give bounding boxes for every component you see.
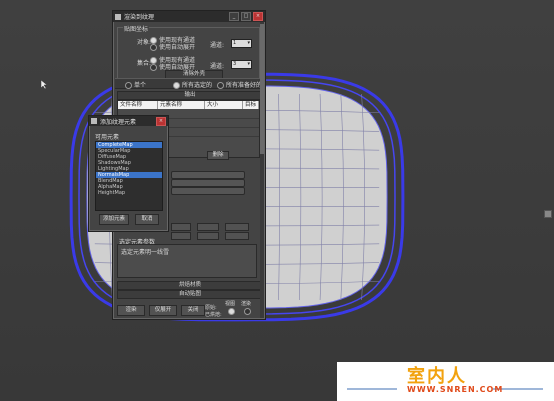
elements-listbox[interactable]: CompleteMap SpecularMap DiffuseMap Shado… (95, 141, 163, 211)
col-target[interactable]: 目标 (243, 101, 259, 109)
object-label: 对象: (137, 39, 152, 46)
app-icon (91, 118, 97, 124)
viewport-side-handle[interactable] (544, 210, 552, 218)
close-button[interactable]: × (253, 12, 263, 21)
mode-all-prepared-label: 所有准备好的 (226, 82, 263, 89)
available-elements-label: 可用元素 (95, 134, 120, 141)
col-filename[interactable]: 文件名称 (118, 101, 158, 109)
mode-single-label: 单个 (134, 82, 147, 89)
name-field[interactable] (171, 171, 245, 179)
watermark-ornament-left (347, 388, 397, 390)
size-button-3[interactable] (225, 223, 249, 231)
object-channel-select[interactable]: 1 (231, 39, 252, 48)
popup-close-button[interactable]: × (156, 116, 166, 126)
render-button[interactable]: 渲染 (117, 305, 145, 316)
bake-material-rollout[interactable]: 烘焙材质 (117, 281, 263, 290)
mapping-group-label: 贴图坐标 (123, 24, 150, 33)
radio-sub-auto[interactable] (150, 64, 157, 71)
element-notes: 选定元素明一线雪 (121, 249, 170, 256)
mode-all-selected[interactable]: 所有选定的 (173, 80, 212, 89)
cancel-button[interactable]: 取消 (135, 214, 159, 225)
radio-single[interactable] (125, 82, 132, 89)
views-label: 视图 (225, 301, 236, 307)
object-opt-auto-label: 使用自动展开 (159, 44, 196, 51)
col-size[interactable]: 大小 (205, 101, 243, 109)
unwrap-only-button[interactable]: 仅展开 (149, 305, 177, 316)
watermark-url: WWW.SNREN.COM (407, 385, 504, 394)
pillow-mesh (69, 72, 405, 322)
list-item[interactable]: HeightMap (96, 190, 162, 196)
filename-field[interactable] (171, 179, 245, 187)
original-label: 原始: (205, 305, 217, 311)
size-button-6[interactable] (225, 232, 249, 240)
auto-map-rollout[interactable]: 自动贴图 (117, 290, 263, 299)
mode-row: 单个 所有选定的 所有准备好的 (115, 78, 262, 89)
mode-single[interactable]: 单个 (125, 80, 146, 89)
add-element-button[interactable]: 添加元素 (99, 214, 129, 225)
target-field[interactable] (171, 187, 245, 195)
size-button-1[interactable] (171, 223, 191, 231)
app-icon (115, 13, 121, 20)
popup-title: 添加纹理元素 (100, 118, 137, 126)
radio-all-prepared[interactable] (217, 82, 224, 89)
subobj-label: 集合: (137, 60, 152, 67)
views-radio[interactable] (228, 308, 235, 315)
close-dialog-button[interactable]: 关闭 (181, 305, 205, 316)
object-opt-auto[interactable]: 使用自动展开 (150, 42, 195, 51)
radio-auto[interactable] (150, 44, 157, 51)
render-radio[interactable] (244, 308, 251, 315)
size-button-5[interactable] (197, 232, 219, 240)
maximize-button[interactable]: □ (241, 12, 251, 21)
subobj-channel-label: 通道: (210, 63, 225, 70)
object-channel-label: 通道: (210, 42, 225, 49)
output-rollout[interactable]: 输出 (117, 91, 263, 100)
baked-label: 已烘焙: (205, 312, 222, 318)
popup-titlebar[interactable]: 添加纹理元素 × (89, 116, 168, 126)
subobj-channel-select[interactable]: 3 (231, 60, 252, 69)
delete-button[interactable]: 删除 (207, 151, 229, 160)
render-col-label: 渲染 (241, 301, 252, 307)
watermark: 室内人 WWW.SNREN.COM (337, 362, 554, 401)
col-element[interactable]: 元素名称 (158, 101, 205, 109)
dialog-titlebar[interactable]: 渲染到纹理 _ □ × (113, 11, 265, 22)
element-params-area[interactable]: 选定元素明一线雪 (117, 244, 257, 278)
size-button-2[interactable] (197, 223, 219, 231)
dialog-scroll-thumb[interactable] (260, 24, 264, 154)
radio-all-selected[interactable] (173, 82, 180, 89)
mode-all-selected-label: 所有选定的 (182, 82, 213, 89)
mode-all-prepared[interactable]: 所有准备好的 (217, 80, 262, 89)
dialog-title: 渲染到纹理 (124, 14, 155, 21)
dialog-scrollbar[interactable] (260, 22, 264, 318)
3d-viewport[interactable] (0, 0, 554, 401)
minimize-button[interactable]: _ (229, 12, 239, 21)
add-texture-element-dialog: 添加纹理元素 × 可用元素 CompleteMap SpecularMap Di… (88, 115, 169, 232)
size-button-4[interactable] (171, 232, 191, 240)
